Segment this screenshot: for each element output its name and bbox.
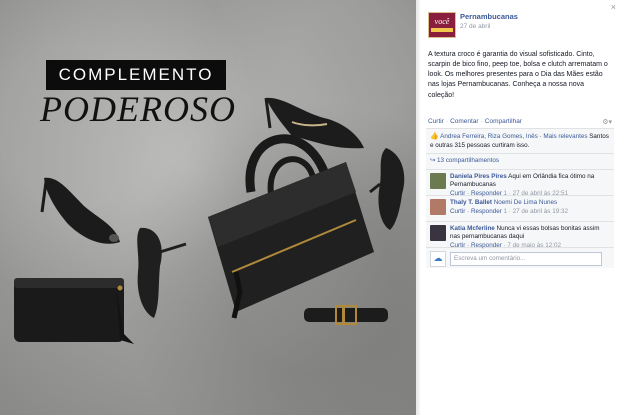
most-relevant-link[interactable]: Mais relevantes (543, 133, 587, 140)
likers-names[interactable]: Andrea Ferreira, Riza Gomes, Inês (440, 133, 538, 140)
comment-meta: Curtir · Responder 1 · 27 de abril às 19… (450, 208, 568, 216)
close-icon[interactable]: × (611, 1, 616, 13)
comment-action[interactable]: Comentar (450, 118, 479, 127)
comment-author[interactable]: Thaly T. Ballet (450, 199, 492, 206)
comment-text[interactable]: Noemi De Lima Nunes (494, 199, 557, 206)
page-meta: Pernambucanas 27 de abril (460, 12, 518, 38)
avatar[interactable] (430, 172, 446, 189)
shares-label: 13 compartilhamentos (437, 157, 499, 164)
comment-item: Katia Mcferline Nunca vi essas bolsas bo… (426, 222, 614, 249)
comment-time: 1 · 27 de abril às 22:51 (503, 189, 568, 197)
comment-item: Daniela Pires Pires Aqui em Orlândia fic… (426, 170, 614, 197)
comment-time: · 7 de maio às 12:02 (503, 241, 561, 249)
comment-meta: Curtir · Responder 1 · 27 de abril às 22… (450, 190, 610, 198)
write-comment-row: ☁ (426, 248, 614, 270)
likes-summary: 👍 Andrea Ferreira, Riza Gomes, Inês · Ma… (426, 129, 614, 154)
separator: · (445, 118, 449, 126)
comment-item: Thaly T. Ballet Noemi De Lima Nunes Curt… (426, 196, 614, 222)
comment-author[interactable]: Katia Mcferline (450, 225, 495, 232)
comment-body: Thaly T. Ballet Noemi De Lima Nunes Curt… (450, 199, 568, 218)
comment-input[interactable] (450, 251, 602, 266)
comment-body: Daniela Pires Pires Aqui em Orlândia fic… (450, 173, 610, 197)
separator: · (480, 118, 483, 126)
page-logo-stripe (431, 28, 453, 32)
pointed-pump (264, 97, 364, 149)
thumbs-up-icon: 👍 (430, 133, 439, 140)
share-icon: ↪ (430, 157, 438, 164)
page-avatar[interactable]: você (428, 12, 456, 38)
options-chevron-icon[interactable]: ⚙▾ (602, 118, 612, 127)
like-action[interactable]: Curtir (428, 118, 444, 127)
comment-actions[interactable]: Curtir · Responder (450, 190, 502, 197)
avatar[interactable] (430, 224, 446, 241)
comment-actions[interactable]: Curtir · Responder (450, 242, 502, 249)
peep-toe-left (40, 177, 120, 244)
page-name-link[interactable]: Pernambucanas (460, 12, 518, 22)
belt (304, 305, 388, 325)
user-avatar-icon: ☁ (430, 250, 446, 267)
post-caption: A textura croco é garantia do visual sof… (428, 51, 608, 99)
comment-meta: Curtir · Responder · 7 de maio às 12:02 (450, 242, 610, 250)
post-sidebar: × você Pernambucanas 27 de abril A textu… (420, 0, 620, 415)
post-date[interactable]: 27 de abril (460, 23, 518, 32)
peep-toe-right (369, 148, 405, 230)
comment-time: 1 · 27 de abril às 19:32 (503, 207, 568, 215)
clutch (14, 278, 134, 344)
post-actions: Curtir · Comentar · Compartilhar ⚙▾ (428, 118, 612, 127)
comment-actions[interactable]: Curtir · Responder (450, 208, 502, 215)
share-action[interactable]: Compartilhar (485, 118, 522, 127)
headline-top: COMPLEMENTO (46, 60, 226, 90)
comment-body: Katia Mcferline Nunca vi essas bolsas bo… (450, 225, 610, 249)
comment-author[interactable]: Daniela Pires Pires (450, 173, 507, 180)
post-photo[interactable]: COMPLEMENTO PODEROSO (0, 0, 416, 415)
post-header: você Pernambucanas 27 de abril (428, 12, 518, 38)
page-logo-text: você (434, 17, 450, 26)
avatar[interactable] (430, 198, 446, 215)
feedback-panel: 👍 Andrea Ferreira, Riza Gomes, Inês · Ma… (426, 128, 614, 268)
shares-count[interactable]: ↪ 13 compartilhamentos (426, 154, 614, 170)
